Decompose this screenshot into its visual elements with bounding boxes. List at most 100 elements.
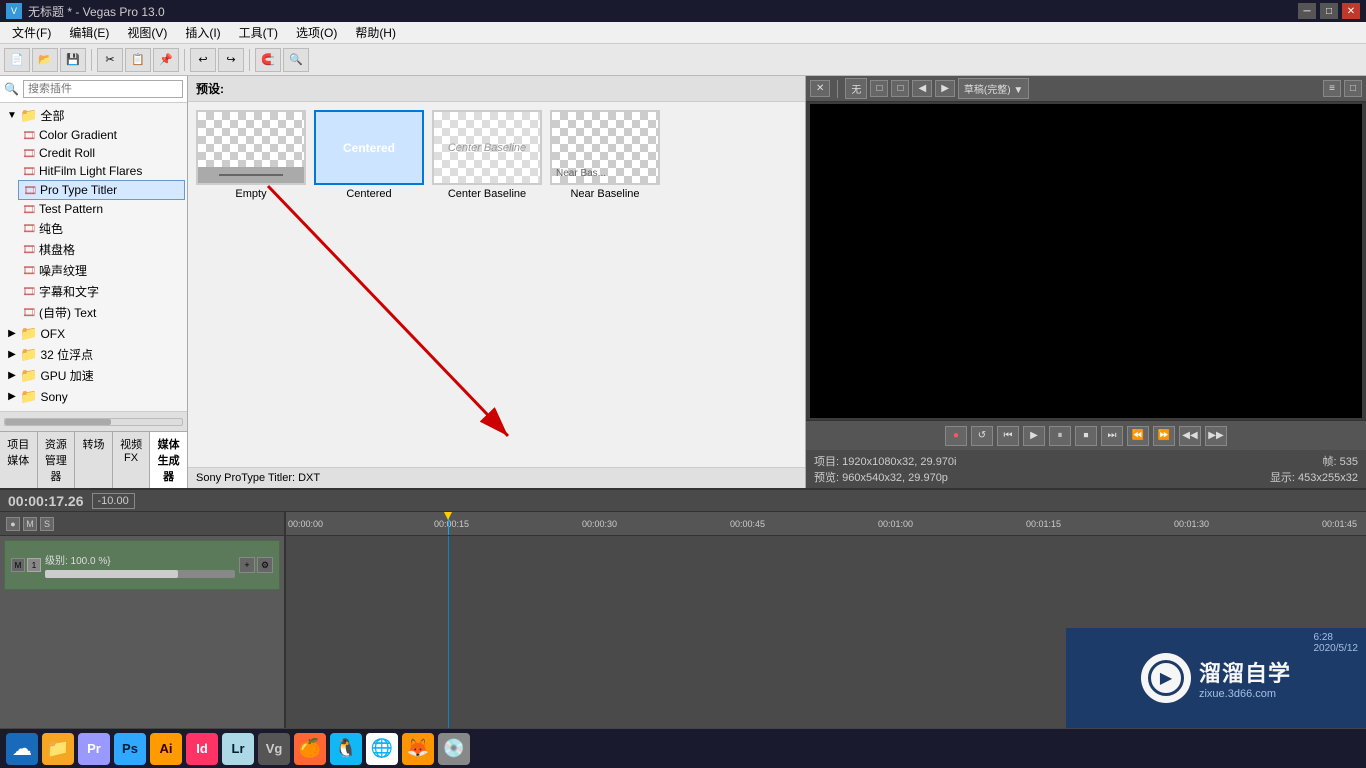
tree-subitems: 🎞 Color Gradient 🎞 Credit Roll 🎞 HitFilm…: [2, 126, 185, 323]
tree-root-all[interactable]: ▼ 📁 全部: [2, 105, 185, 126]
next-mark-btn[interactable]: ⏩: [1153, 426, 1175, 446]
preview-close-btn[interactable]: ✕: [810, 80, 830, 97]
tab-transitions[interactable]: 转场: [75, 432, 113, 488]
menu-insert[interactable]: 插入(I): [177, 22, 228, 43]
maximize-button[interactable]: □: [1320, 3, 1338, 19]
tab-video-fx[interactable]: 视频 FX: [113, 432, 151, 488]
tree-item-32bit[interactable]: ▶ 📁 32 位浮点: [2, 344, 185, 365]
preset-centered[interactable]: Centered Centered: [314, 110, 424, 200]
play-btn[interactable]: ▶: [1023, 426, 1045, 446]
tree-item-label: 噪声纹理: [39, 262, 87, 279]
preview-back-btn[interactable]: ◀: [912, 80, 932, 97]
taskbar-icon-vegas[interactable]: Vg: [258, 733, 290, 765]
preview-quality-btn[interactable]: 草稿(完整) ▼: [958, 78, 1029, 99]
snapping-button[interactable]: 🧲: [255, 48, 281, 72]
watermark-logo: ▶: [1141, 653, 1191, 703]
tree-item-builtin-text[interactable]: 🎞 (自带) Text: [18, 302, 185, 323]
tree-item-color-gradient[interactable]: 🎞 Color Gradient: [18, 126, 185, 144]
tab-explorer[interactable]: 资源管理器: [38, 432, 76, 488]
preview-panel: ✕ 无 □ □ ◀ ▶ 草稿(完整) ▼ ≡ □ ● ↺ ⏮ ▶ ⏸: [806, 76, 1366, 488]
menu-edit[interactable]: 编辑(E): [61, 22, 117, 43]
redo-button[interactable]: ↪: [218, 48, 244, 72]
menu-help[interactable]: 帮助(H): [347, 22, 404, 43]
tree-item-gpu[interactable]: ▶ 📁 GPU 加速: [2, 365, 185, 386]
expand-icon-sony[interactable]: ▶: [6, 391, 18, 403]
taskbar-icon-qq[interactable]: 🐧: [330, 733, 362, 765]
titlebar: V 无标题 * - Vegas Pro 13.0 ─ □ ✕: [0, 0, 1366, 22]
tree-item-label: (自带) Text: [39, 304, 96, 321]
preview-fullscreen-btn[interactable]: □: [1344, 80, 1362, 97]
preview-none-btn[interactable]: 无: [845, 78, 867, 99]
stop-btn[interactable]: ⏹: [1075, 426, 1097, 446]
preset-empty[interactable]: Empty: [196, 110, 306, 200]
menu-tools[interactable]: 工具(T): [231, 22, 286, 43]
tree-item-checkerboard[interactable]: 🎞 棋盘格: [18, 239, 185, 260]
tab-media-gen[interactable]: 媒体生成器: [150, 432, 187, 488]
preview-split-btn[interactable]: □: [870, 80, 888, 97]
taskbar-icon-lightroom[interactable]: Lr: [222, 733, 254, 765]
taskbar-icon-indesign[interactable]: Id: [186, 733, 218, 765]
prev-frame-btn[interactable]: ⏮: [997, 426, 1019, 446]
preview-toolbar: ✕ 无 □ □ ◀ ▶ 草稿(完整) ▼ ≡ □: [806, 76, 1366, 102]
expand-icon-ofx[interactable]: ▶: [6, 328, 18, 340]
menu-options[interactable]: 选项(O): [288, 22, 345, 43]
track-settings-btn[interactable]: ⚙: [257, 557, 273, 573]
fast-rev-btn[interactable]: ◀◀: [1179, 426, 1201, 446]
zoom-button[interactable]: 🔍: [283, 48, 309, 72]
taskbar-icon-qiniu[interactable]: ☁: [6, 733, 38, 765]
track-volume-slider[interactable]: [45, 570, 235, 578]
tree-item-solid[interactable]: 🎞 纯色: [18, 218, 185, 239]
tree-item-protype[interactable]: 🎞 Pro Type Titler: [18, 180, 185, 200]
pause-btn[interactable]: ⏸: [1049, 426, 1071, 446]
preview-dual-btn[interactable]: □: [891, 80, 909, 97]
cut-button[interactable]: ✂: [97, 48, 123, 72]
preview-info-right: 帧: 535 显示: 453x255x32: [1270, 453, 1358, 485]
minimize-button[interactable]: ─: [1298, 3, 1316, 19]
next-frame-btn[interactable]: ⏭: [1101, 426, 1123, 446]
preview-settings-btn[interactable]: ≡: [1323, 80, 1341, 97]
copy-button[interactable]: 📋: [125, 48, 151, 72]
expand-icon-gpu[interactable]: ▶: [6, 370, 18, 382]
preset-near-baseline[interactable]: Near Bas... Near Baseline: [550, 110, 660, 200]
taskbar-icon-explorer[interactable]: 📁: [42, 733, 74, 765]
tree-item-credit-roll[interactable]: 🎞 Credit Roll: [18, 144, 185, 162]
taskbar-icon-disk[interactable]: 💿: [438, 733, 470, 765]
tree-item-ofx[interactable]: ▶ 📁 OFX: [2, 323, 185, 344]
taskbar-icon-fruit[interactable]: 🍊: [294, 733, 326, 765]
track-mute-icon[interactable]: M: [11, 558, 25, 572]
close-button[interactable]: ✕: [1342, 3, 1360, 19]
menu-view[interactable]: 视图(V): [119, 22, 175, 43]
tree-item-sony[interactable]: ▶ 📁 Sony: [2, 386, 185, 407]
prev-mark-btn[interactable]: ⏪: [1127, 426, 1149, 446]
open-button[interactable]: 📂: [32, 48, 58, 72]
paste-button[interactable]: 📌: [153, 48, 179, 72]
taskbar-icon-premiere[interactable]: Pr: [78, 733, 110, 765]
preview-fwd-btn[interactable]: ▶: [935, 80, 955, 97]
tree-item-test-pattern[interactable]: 🎞 Test Pattern: [18, 200, 185, 218]
save-button[interactable]: 💾: [60, 48, 86, 72]
loop-btn[interactable]: ↺: [971, 426, 993, 446]
track-row-1: M 1 级别: 100.0 %}: [4, 540, 280, 590]
track-expand-btn[interactable]: +: [239, 557, 255, 573]
track-rec-btn[interactable]: ●: [6, 517, 20, 531]
taskbar-icon-photoshop[interactable]: Ps: [114, 733, 146, 765]
track-solo-btn[interactable]: S: [40, 517, 54, 531]
undo-button[interactable]: ↩: [190, 48, 216, 72]
new-button[interactable]: 📄: [4, 48, 30, 72]
search-input[interactable]: [23, 80, 183, 98]
tree-item-noise[interactable]: 🎞 噪声纹理: [18, 260, 185, 281]
menu-file[interactable]: 文件(F): [4, 22, 59, 43]
expand-icon[interactable]: ▼: [6, 110, 18, 122]
ruler-mark-0: 00:00:00: [288, 519, 323, 529]
taskbar-icon-chrome[interactable]: 🌐: [366, 733, 398, 765]
tree-item-hitfilm-flares[interactable]: 🎞 HitFilm Light Flares: [18, 162, 185, 180]
taskbar-icon-firefox[interactable]: 🦊: [402, 733, 434, 765]
expand-icon-32[interactable]: ▶: [6, 349, 18, 361]
taskbar-icon-illustrator[interactable]: Ai: [150, 733, 182, 765]
track-mute-btn[interactable]: M: [23, 517, 37, 531]
record-btn[interactable]: ●: [945, 426, 967, 446]
fast-fwd-btn[interactable]: ▶▶: [1205, 426, 1227, 446]
preset-center-baseline[interactable]: Center Baseline Center Baseline: [432, 110, 542, 200]
tab-project-media[interactable]: 项目媒体: [0, 432, 38, 488]
tree-item-titles[interactable]: 🎞 字幕和文字: [18, 281, 185, 302]
